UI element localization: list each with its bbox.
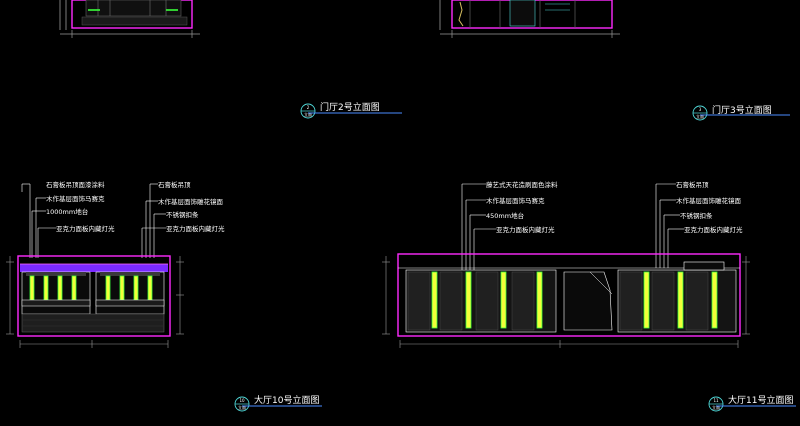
drawing-title-door-hall-3: 门厅3号立面图 [712,104,772,116]
drawing-title-hall-10: 大厅10号立面图 [254,394,319,406]
title-badge-number: 2 [307,105,310,110]
annotation-label: 木作基层面饰马赛克 [486,196,545,205]
door-hall-2-elevation [59,0,200,38]
annotation-label: 石膏板吊顶面漆涂料 [46,180,105,189]
annotation-label: 亚克力面板内藏灯光 [684,225,743,234]
title-block-hall-11: 11 立面 大厅11号立面图 [708,394,796,412]
drawing-title-hall-11: 大厅11号立面图 [728,394,793,406]
title-badge-subtext: 立面 [696,113,704,119]
title-badge-subtext: 立面 [712,404,720,410]
title-badge-number: 11 [713,398,719,403]
hall-11-annotations-right: 石膏板吊顶 木作基层面饰雕花镜面 不锈钢扣条 亚克力面板内藏灯光 [655,180,743,268]
title-badge-number: 10 [239,398,245,403]
annotation-label: 不锈钢扣条 [166,210,199,219]
cad-drawing-canvas: 2 立面 门厅2号立面图 3 立面 门厅3号立面图 石膏板吊顶面漆涂料 木作基层… [6,0,796,412]
title-badge-number: 3 [699,107,702,112]
title-block-door-hall-3: 3 立面 门厅3号立面图 [692,104,790,121]
title-badge-subtext: 立面 [304,111,312,117]
hall-10-annotations-right: 石膏板吊顶 木作基层面饰雕花镜面 不锈钢扣条 亚克力面板内藏灯光 [141,180,225,258]
annotation-label: 亚克力面板内藏灯光 [166,224,225,233]
annotation-label: 木作基层面饰马赛克 [46,194,105,203]
title-block-hall-10: 10 立面 大厅10号立面图 [234,394,322,412]
drawing-title-door-hall-2: 门厅2号立面图 [320,101,380,113]
hall-11-elevation [382,253,750,348]
annotation-label: 木作基层面饰雕花镜面 [158,197,224,206]
annotation-label: 木作基层面饰雕花镜面 [676,196,742,205]
annotation-label: 藤艺式天花造刷面色涂料 [486,180,558,189]
title-block-door-hall-2: 2 立面 门厅2号立面图 [300,101,402,119]
hall-11-annotations-left: 藤艺式天花造刷面色涂料 木作基层面饰马赛克 450mm地台 亚克力面板内藏灯光 [461,180,558,270]
annotation-label: 石膏板吊顶 [158,180,191,189]
annotation-label: 亚克力面板内藏灯光 [56,224,115,233]
hall-10-elevation [6,255,184,348]
hall-10-annotations-left: 石膏板吊顶面漆涂料 木作基层面饰马赛克 1000mm地台 亚克力面板内藏灯光 [21,180,115,258]
annotation-label: 不锈钢扣条 [680,211,713,220]
annotation-label: 石膏板吊顶 [676,180,709,189]
title-badge-subtext: 立面 [238,404,246,410]
annotation-label: 450mm地台 [486,211,524,220]
door-hall-3-elevation [439,0,620,38]
annotation-label: 1000mm地台 [46,207,88,216]
annotation-label: 亚克力面板内藏灯光 [496,225,555,234]
